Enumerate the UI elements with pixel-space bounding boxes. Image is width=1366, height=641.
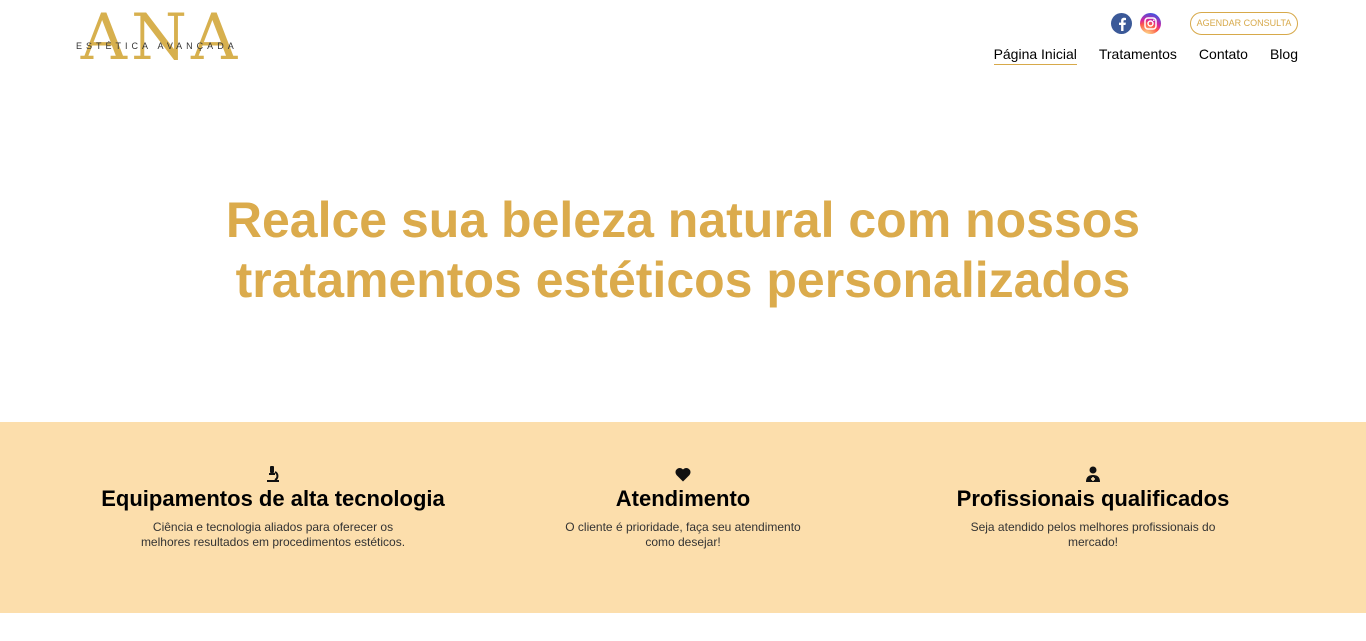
logo[interactable]: ANA ESTÉTICA AVANÇADA [70,6,252,70]
microscope-icon [267,466,279,482]
feature-title: Profissionais qualificados [956,486,1230,511]
features-section: Equipamentos de alta tecnologia Ciência … [0,422,1366,613]
hero-title-line-2: tratamentos estéticos personalizados [235,252,1131,308]
feature-title: Atendimento [615,486,751,511]
feature-professionals: Profissionais qualificados Seja atendido… [940,466,1246,550]
feature-text: Ciência e tecnologia aliados para oferec… [140,520,406,549]
feature-service: Atendimento O cliente é prioridade, faça… [540,466,826,550]
logo-mark: ANA [80,1,242,75]
nav-item-blog[interactable]: Blog [1270,46,1298,65]
feature-title: Equipamentos de alta tecnologia [101,486,445,511]
logo-tagline: ESTÉTICA AVANÇADA [76,41,238,51]
hero-title-line-1: Realce sua beleza natural com nossos [225,192,1141,248]
facebook-icon[interactable] [1111,13,1132,34]
feature-text: O cliente é prioridade, faça seu atendim… [565,520,801,549]
main-nav: Página Inicial Tratamentos Contato Blog [993,46,1298,65]
site-header: ANA ESTÉTICA AVANÇADA AGENDAR CONSULTA P… [0,0,1366,90]
nav-item-home[interactable]: Página Inicial [993,46,1077,65]
nav-item-contact[interactable]: Contato [1199,46,1248,65]
feature-text: Seja atendido pelos melhores profissiona… [970,520,1216,549]
nav-item-treatments[interactable]: Tratamentos [1099,46,1177,65]
doctor-icon [1086,466,1100,482]
instagram-icon[interactable] [1140,13,1161,34]
feature-technology: Equipamentos de alta tecnologia Ciência … [90,466,456,550]
hero-title: Realce sua beleza natural com nossos tra… [133,190,1233,310]
schedule-appointment-button[interactable]: AGENDAR CONSULTA [1190,12,1298,35]
heart-icon [675,467,691,482]
